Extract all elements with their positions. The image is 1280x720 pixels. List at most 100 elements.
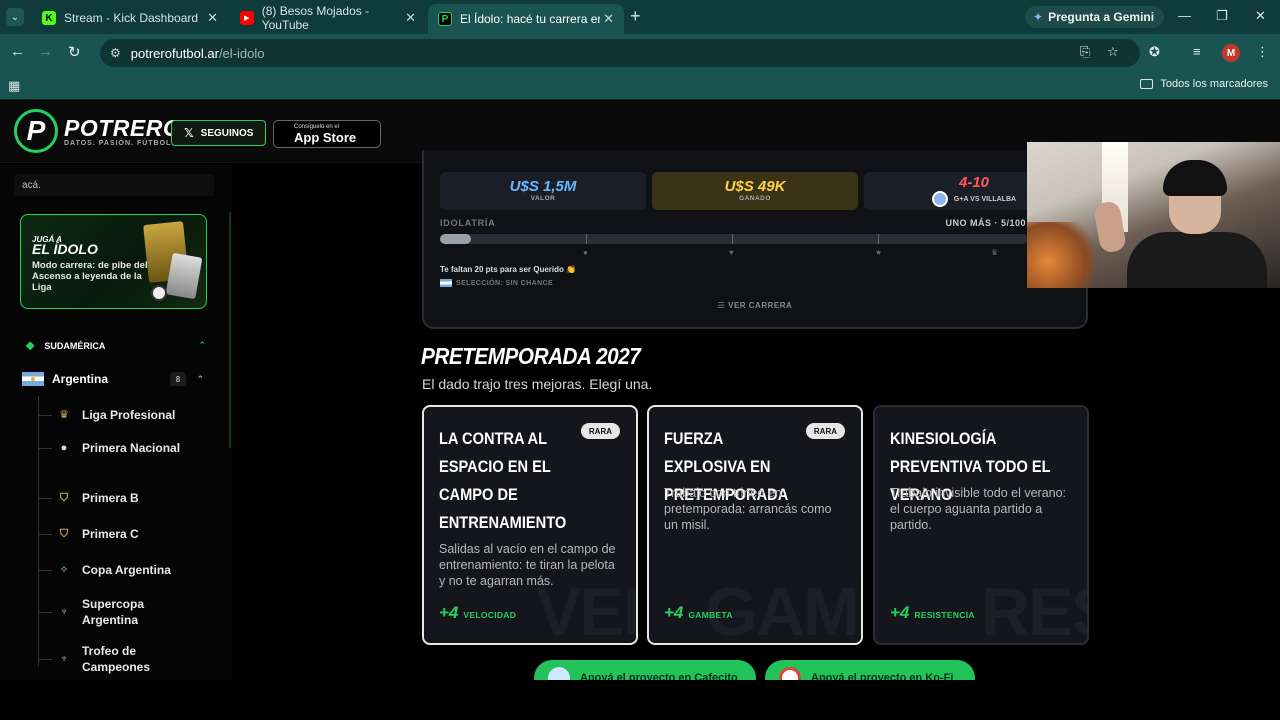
back-icon[interactable]: ← [10, 43, 25, 60]
league-label: Supercopa Argentina [82, 597, 145, 627]
follow-on-x-button[interactable]: 𝕏 SEGUINOS [171, 120, 267, 146]
apps-grid-icon[interactable]: ▦ [8, 78, 20, 94]
all-bookmarks-button[interactable]: Todos los marcadores [1140, 78, 1268, 90]
sidebar-item-liga-profesional[interactable]: ♛ Liga Profesional [38, 407, 192, 423]
tab-search-button[interactable]: ⌄ [6, 8, 24, 26]
appstore-big-text: App Store [294, 129, 357, 145]
argentina-flag-icon [22, 372, 44, 386]
sparkle-icon: ✧ [59, 564, 69, 576]
close-tab-icon[interactable]: ✕ [405, 10, 416, 26]
install-app-icon[interactable]: ⎘ [1080, 44, 1090, 60]
national-team-status: SELECCIÓN: SIN CHANCE [440, 279, 553, 287]
browser-tab-strip: ⌄ K Stream - Kick Dashboard ✕ ▶ (8) Beso… [0, 0, 1280, 34]
idolatry-progress-bar [440, 234, 1028, 244]
potrero-logo[interactable]: P POTRERO DATOS. PASIÓN. FÚTBOL. [14, 109, 181, 153]
profile-avatar[interactable]: M [1222, 44, 1240, 62]
all-bookmarks-label: Todos los marcadores [1160, 78, 1268, 90]
earned-amount: U$S 49K [724, 178, 786, 195]
sidebar-scroll-rail [229, 212, 231, 448]
close-window-icon[interactable]: ✕ [1255, 8, 1266, 24]
letterbox-bar [0, 680, 1280, 720]
browser-menu-icon[interactable]: ⋮ [1256, 44, 1269, 60]
milestone-tick [878, 234, 879, 244]
sidebar-item-copa-argentina[interactable]: ✧ Copa Argentina [38, 562, 192, 578]
shield-icon: ⛉ [59, 492, 69, 504]
milestone-heart-icon: ♥ [729, 248, 734, 257]
url-host: potrerofutbol.ar [130, 45, 219, 61]
region-label: SUDAMÉRICA [44, 340, 106, 351]
market-value-amount: U$S 1,5M [509, 178, 577, 195]
gemini-button[interactable]: ✦ Pregunta a Gemini [1025, 6, 1165, 28]
card-watermark: RES [981, 574, 1087, 645]
maximize-icon[interactable]: ❐ [1216, 8, 1228, 24]
ball-icon: ● [60, 442, 68, 454]
site-info-icon[interactable]: ⚙ [110, 46, 121, 60]
argentina-flag-icon [440, 279, 452, 287]
logo-p-icon: P [14, 109, 58, 153]
selection-text: SELECCIÓN: SIN CHANCE [456, 279, 554, 287]
chevron-up-icon[interactable]: ⌃ [198, 340, 206, 351]
extensions-icon[interactable]: ✪ [1149, 44, 1160, 60]
cup-icon: ♆ [59, 653, 69, 665]
chevron-up-icon[interactable]: ⌃ [196, 374, 204, 385]
sidebar-item-primera-c[interactable]: ⛉ Primera C [38, 526, 192, 542]
promo-title: EL ÍDOLO [32, 241, 98, 257]
rarity-badge: RARA [580, 423, 620, 439]
region-sudamerica[interactable]: ⬥ SUDAMÉRICA ⌃ [26, 338, 206, 353]
trophy-icon: ♛ [59, 409, 69, 421]
sidebar-item-primera-b[interactable]: ⛉ Primera B [38, 490, 192, 506]
bookmark-star-icon[interactable]: ☆ [1107, 44, 1119, 60]
sidebar-item-trofeo-de-campeones[interactable]: ♆ Trofeo de Campeones [38, 643, 192, 675]
logo-tagline: DATOS. PASIÓN. FÚTBOL. [64, 139, 175, 147]
webcam-background [1027, 222, 1097, 288]
country-argentina[interactable]: Argentina 8 ⌃ [22, 372, 206, 386]
minimize-icon[interactable]: — [1178, 8, 1191, 23]
match-detail: G+A VS VILLALBA [953, 195, 1017, 203]
tab-youtube[interactable]: ▶ (8) Besos Mojados - YouTube ✕ [230, 4, 426, 32]
reload-icon[interactable]: ↻ [68, 43, 81, 61]
tab-title: (8) Besos Mojados - YouTube [261, 4, 370, 32]
logo-name: POTRERO [64, 114, 182, 141]
forward-icon[interactable]: → [38, 43, 53, 60]
potrero-favicon-icon: P [438, 12, 452, 26]
el-idolo-promo-card[interactable]: JUGÁ A EL ÍDOLO Modo carrera: de pibe de… [20, 214, 207, 309]
league-count-badge: 8 [170, 372, 186, 386]
upgrade-card-resistencia[interactable]: RES KINESIOLOGÍA PREVENTIVA TODO EL VERA… [873, 405, 1089, 645]
player-card-image [165, 252, 203, 300]
follow-label: SEGUINOS [200, 127, 254, 139]
league-label: Copa Argentina [82, 563, 171, 577]
league-label: Liga Profesional [82, 408, 176, 422]
cup-icon: ♆ [59, 606, 69, 618]
country-label: Argentina [52, 372, 109, 386]
close-tab-icon[interactable]: ✕ [207, 10, 218, 26]
folder-icon [1140, 79, 1154, 89]
career-summary-panel: U$S 1,5M VALOR U$S 49K GANADO 4-10 G+A V… [422, 150, 1088, 329]
new-tab-button[interactable]: + [630, 6, 641, 27]
url-path: /el-idolo [218, 45, 265, 61]
sidebar-item-primera-nacional[interactable]: ● Primera Nacional [38, 440, 192, 456]
tab-el-idolo[interactable]: P El Ídolo: hacé tu carrera en la Li ✕ [428, 4, 624, 34]
milestone-tick [586, 234, 587, 244]
app-store-button[interactable]: Consíguelo en el App Store [273, 120, 381, 148]
card-title: LA CONTRA AL ESPACIO EN EL CAMPO DE ENTR… [439, 429, 567, 532]
list-icon: ☰ [717, 301, 729, 310]
streamer-hair [1163, 160, 1227, 196]
gemini-label: Pregunta a Gemini [1048, 10, 1155, 24]
upgrade-card-velocidad[interactable]: VEL LA CONTRA AL ESPACIO EN EL CAMPO DE … [422, 405, 638, 645]
streamer-body [1127, 232, 1267, 288]
close-tab-icon[interactable]: ✕ [603, 11, 614, 27]
stat-market-value: U$S 1,5M VALOR [440, 172, 646, 210]
earned-label: GANADO [739, 195, 771, 202]
upgrade-card-gambeta[interactable]: GAMBETA FUERZA EXPLOSIVA EN PRETEMPORADA… [647, 405, 863, 645]
tab-kick-dashboard[interactable]: K Stream - Kick Dashboard ✕ [32, 4, 228, 32]
shield-icon: ⛉ [59, 528, 69, 540]
milestone-star-icon: ★ [875, 248, 883, 257]
address-bar[interactable]: ⚙ potrerofutbol.ar/el-idolo [100, 39, 1140, 67]
view-career-button[interactable]: ☰ VER CARRERA [424, 301, 1086, 310]
league-label: Primera Nacional [82, 441, 181, 455]
boost-stat: GAMBETA [688, 610, 733, 620]
sidebar-item-supercopa-argentina[interactable]: ♆ Supercopa Argentina [38, 596, 192, 628]
reading-list-icon[interactable]: ≡ [1193, 44, 1201, 59]
card-boost: +4 VELOCIDAD [439, 603, 516, 623]
x-logo-icon: 𝕏 [184, 126, 194, 140]
